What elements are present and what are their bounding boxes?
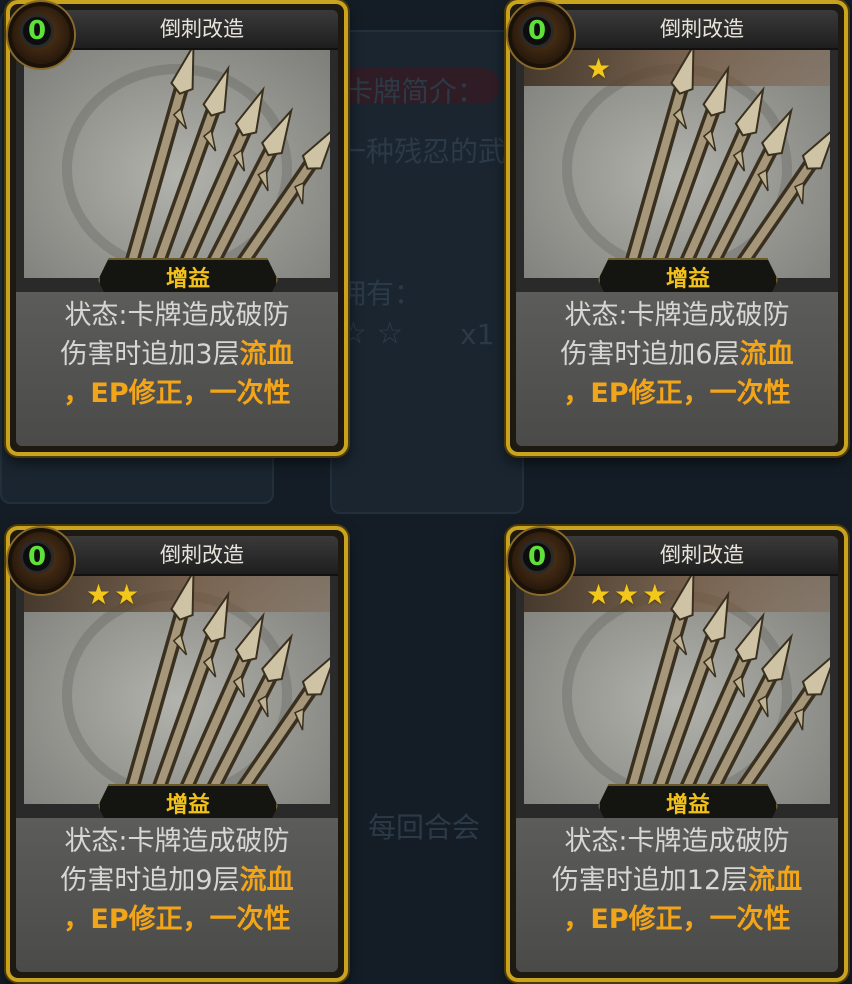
energy-cost-value: 0 [20,540,54,574]
bleed-keyword: 流血 [748,865,803,896]
desc-line-3: ，EP修正，一次性 [563,904,791,935]
energy-cost-badge: 0 [8,528,74,594]
energy-cost-badge: 0 [508,2,574,68]
barbed-spears-icon [119,50,330,278]
card-title: 倒刺改造 [66,10,338,50]
background-owned-label: 拥有： [338,277,423,310]
desc-line-1: 状态:卡牌造成破防 [564,300,790,331]
bleed-keyword: 流血 [739,339,794,370]
energy-cost-value: 0 [20,14,54,48]
background-bottom-fragment: ，每回合会 [340,811,481,844]
background-owned-stars: ☆ ☆ [340,316,404,351]
energy-cost-value: 0 [520,14,554,48]
card-title: 倒刺改造 [66,536,338,576]
desc-line-1: 状态:卡牌造成破防 [64,826,290,857]
desc-line-2: 伤害时追加6层 [560,339,740,370]
card-description: 状态:卡牌造成破防 伤害时追加9层流血 ，EP修正，一次性 [16,818,338,972]
card-art: ★★ [24,576,330,804]
card-art [24,50,330,278]
energy-cost-badge: 0 [8,2,74,68]
background-desc-fragment: 一种残忍的武 [338,135,507,168]
desc-line-2: 伤害时追加12层 [551,865,749,896]
card-art: ★★★ [524,576,830,804]
desc-line-1: 状态:卡牌造成破防 [64,300,290,331]
card-tier-3[interactable]: ★★★ 倒刺改造 增益 状态:卡牌造成破防 伤害时追加12层流血 ，EP修正，一… [506,526,848,982]
bleed-keyword: 流血 [239,339,294,370]
energy-cost-value: 0 [520,540,554,574]
card-tier-1[interactable]: ★ 倒刺改造 增益 状态:卡牌造成破防 伤害时追加6层流血 ，EP修正，一次性 … [506,0,848,456]
card-title: 倒刺改造 [566,536,838,576]
card-description: 状态:卡牌造成破防 伤害时追加6层流血 ，EP修正，一次性 [516,292,838,446]
bleed-keyword: 流血 [239,865,294,896]
card-art: ★ [524,50,830,278]
barbed-spears-icon [619,576,830,804]
desc-line-1: 状态:卡牌造成破防 [564,826,790,857]
card-description: 状态:卡牌造成破防 伤害时追加3层流血 ，EP修正，一次性 [16,292,338,446]
card-title: 倒刺改造 [566,10,838,50]
energy-cost-badge: 0 [508,528,574,594]
background-count: x1 [460,318,495,351]
card-tier-2[interactable]: ★★ 倒刺改造 增益 状态:卡牌造成破防 伤害时追加9层流血 ，EP修正，一次性… [6,526,348,982]
desc-line-2: 伤害时追加9层 [60,865,240,896]
card-description: 状态:卡牌造成破防 伤害时追加12层流血 ，EP修正，一次性 [516,818,838,972]
desc-line-3: ，EP修正，一次性 [63,378,291,409]
card-tier-0[interactable]: 倒刺改造 增益 状态:卡牌造成破防 伤害时追加3层流血 ，EP修正，一次性 0 [6,0,348,456]
barbed-spears-icon [119,576,330,804]
barbed-spears-icon [619,50,830,278]
desc-line-2: 伤害时追加3层 [60,339,240,370]
desc-line-3: ，EP修正，一次性 [563,378,791,409]
desc-line-3: ，EP修正，一次性 [63,904,291,935]
background-section-title: 卡牌简介： [345,75,486,108]
